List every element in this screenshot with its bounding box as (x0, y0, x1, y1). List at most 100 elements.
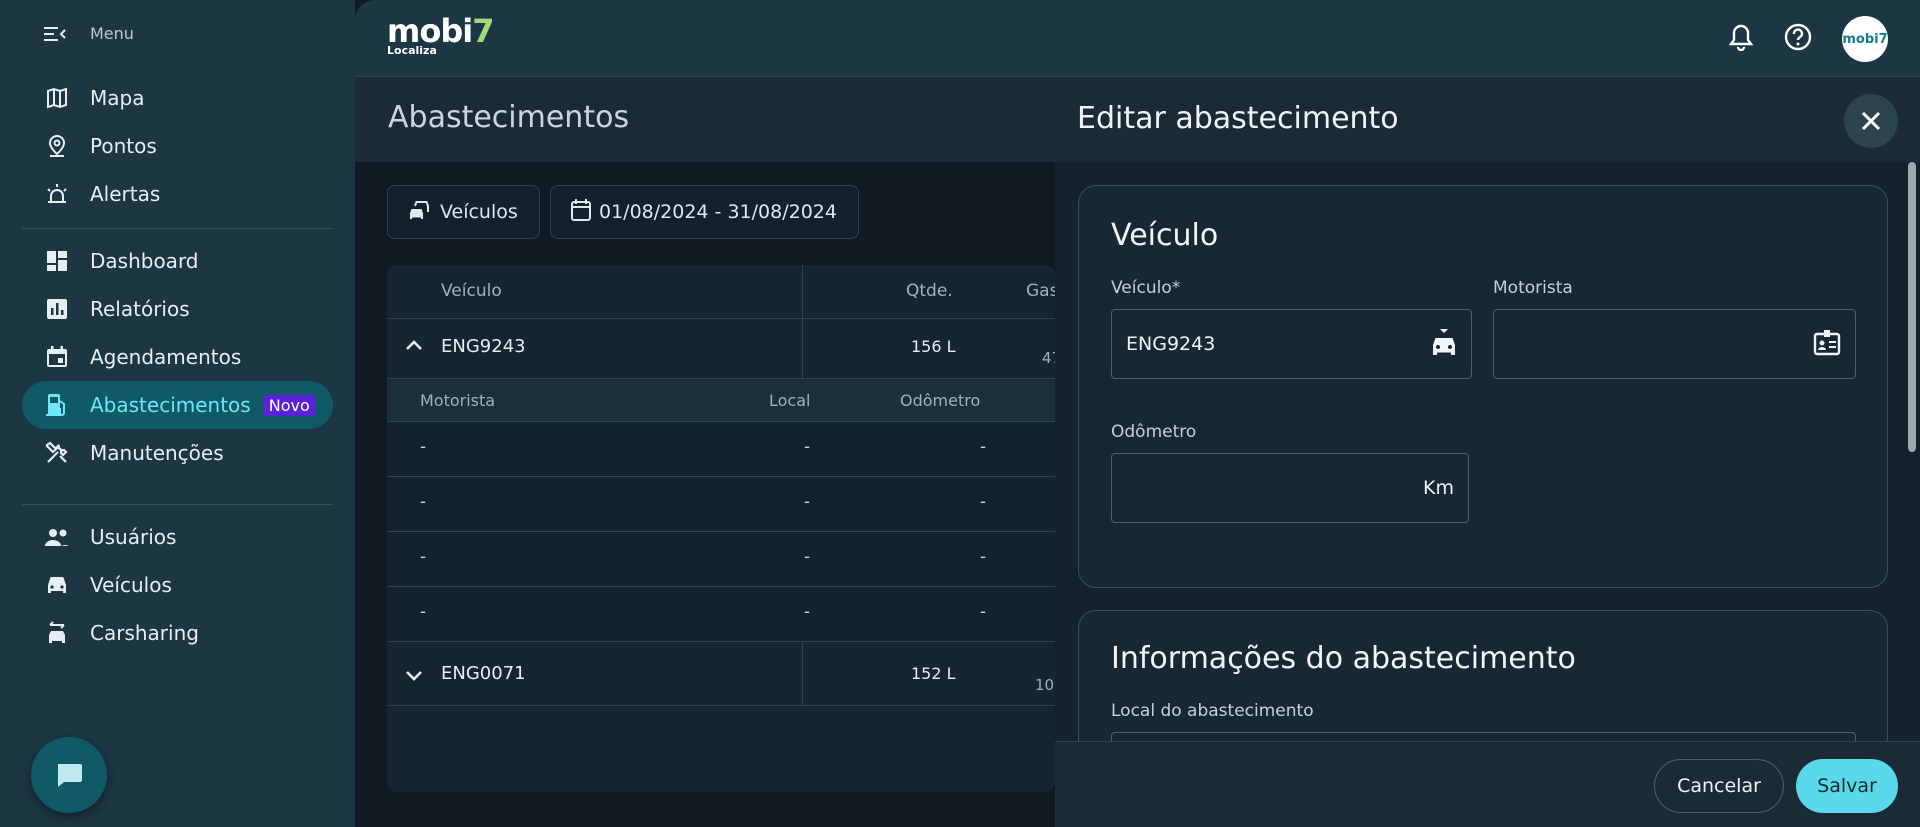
avatar-text: mobi7 (1842, 31, 1888, 47)
sidebar-item-label: Abastecimentos (90, 393, 251, 417)
odometer-field[interactable]: Km (1111, 453, 1469, 523)
section-title: Veículo (1111, 218, 1219, 253)
row-vehicle: ENG9243 (441, 336, 526, 357)
section-title: Informações do abastecimento (1111, 641, 1576, 676)
sidebar-item-relatorios[interactable]: Relatórios (22, 285, 333, 333)
nav-group-admin: Usuários Veículos Carsharing (22, 513, 333, 657)
odometer-unit: Km (1423, 477, 1454, 499)
save-button[interactable]: Salvar (1796, 759, 1898, 813)
topbar: mobi7 Localiza mobi7 (355, 0, 1920, 77)
sidebar-item-alertas[interactable]: Alertas (22, 170, 333, 218)
chevron-up-icon[interactable] (405, 335, 423, 356)
detail-odometer: - (980, 547, 987, 567)
calendar-icon (571, 198, 591, 226)
nav-group-management: Dashboard Relatórios Agendamentos Abaste… (22, 237, 333, 477)
page-title: Abastecimentos (388, 100, 630, 135)
vehicle-field[interactable]: ENG9243 (1111, 309, 1472, 379)
sidebar-item-usuarios[interactable]: Usuários (22, 513, 333, 561)
row-extra: 100 (1035, 676, 1055, 694)
vehicles-filter-button[interactable]: Veículos (387, 185, 540, 239)
drawer-footer: Cancelar Salvar (1055, 741, 1920, 827)
sidebar-item-label: Manutenções (90, 441, 224, 465)
siren-icon (44, 181, 70, 207)
sidebar-item-label: Alertas (90, 182, 161, 206)
detail-row: - - - (387, 532, 1055, 587)
nav-group-main: Mapa Pontos Alertas (22, 74, 333, 218)
sidebar-item-manutencoes[interactable]: Manutenções (22, 429, 333, 477)
detail-row: - - - (387, 587, 1055, 642)
sidebar-item-carsharing[interactable]: Carsharing (22, 609, 333, 657)
row-qty: 152 L (911, 664, 956, 683)
detail-row: - - - (387, 477, 1055, 532)
detail-row: - - - (387, 422, 1055, 477)
detail-driver: - (420, 437, 427, 457)
topbar-actions: mobi7 (1728, 16, 1888, 62)
row-qty: 156 L (911, 337, 956, 356)
date-range-filter-button[interactable]: 01/08/2024 - 31/08/2024 (550, 185, 859, 239)
sidebar-divider (22, 504, 333, 505)
notifications-bell-icon[interactable] (1728, 23, 1754, 55)
detail-driver: - (420, 492, 427, 512)
table-header: Veículo Qtde. Gas (387, 265, 1055, 319)
sidebar-item-label: Relatórios (90, 297, 190, 321)
user-avatar[interactable]: mobi7 (1842, 16, 1888, 62)
sidebar-item-pontos[interactable]: Pontos (22, 122, 333, 170)
sidebar-item-label: Pontos (90, 134, 157, 158)
location-pin-icon (44, 133, 70, 159)
calendar-icon (44, 344, 70, 370)
column-header-vehicle[interactable]: Veículo (441, 281, 502, 301)
table-row[interactable]: ENG0071 152 L 100 (387, 642, 1055, 706)
close-button[interactable] (1844, 94, 1898, 148)
detail-header: Motorista Local Odômetro (387, 380, 1055, 422)
chevron-down-icon[interactable] (405, 666, 423, 687)
sidebar-divider (22, 228, 333, 229)
menu-toggle[interactable]: Menu (44, 24, 134, 43)
sidebar-item-veiculos[interactable]: Veículos (22, 561, 333, 609)
fuel-table: Veículo Qtde. Gas ENG9243 156 L 47 Motor… (387, 265, 1055, 792)
driver-field[interactable] (1493, 309, 1856, 379)
id-badge-icon (1813, 328, 1841, 361)
sidebar-item-label: Agendamentos (90, 345, 242, 369)
report-icon (44, 296, 70, 322)
drawer-header: Editar abastecimento (1055, 77, 1920, 162)
sidebar-item-dashboard[interactable]: Dashboard (22, 237, 333, 285)
detail-driver: - (420, 547, 427, 567)
car-icon (44, 572, 70, 598)
vehicle-section: Veículo Veículo* ENG9243 Motorista Odôme… (1078, 185, 1888, 588)
sidebar-item-mapa[interactable]: Mapa (22, 74, 333, 122)
column-header-qty[interactable]: Qtde. (906, 281, 953, 301)
drawer-title: Editar abastecimento (1077, 101, 1399, 136)
menu-label: Menu (90, 24, 134, 43)
help-icon[interactable] (1784, 23, 1812, 55)
edit-fuel-drawer: Editar abastecimento Veículo Veículo* EN… (1055, 77, 1920, 827)
carsharing-icon (44, 620, 70, 646)
row-vehicle: ENG0071 (441, 663, 526, 684)
sidebar-item-label: Usuários (90, 525, 177, 549)
detail-odometer: - (980, 437, 987, 457)
detail-local: - (804, 602, 811, 622)
mobi7-logo[interactable]: mobi7 Localiza (387, 12, 494, 57)
vehicle-field-label: Veículo* (1111, 278, 1181, 298)
sidebar: Menu Mapa Pontos Alertas Dashboard Relat… (0, 0, 355, 827)
cancel-button[interactable]: Cancelar (1654, 759, 1784, 813)
taxi-icon (1431, 327, 1457, 362)
odometer-field-label: Odômetro (1111, 422, 1197, 442)
driver-field-label: Motorista (1493, 278, 1573, 298)
detail-odometer: - (980, 492, 987, 512)
chat-icon (58, 764, 82, 787)
sidebar-item-label: Veículos (90, 573, 172, 597)
tools-icon (44, 440, 70, 466)
map-icon (44, 85, 70, 111)
chat-button[interactable] (31, 737, 107, 813)
detail-local: - (804, 437, 811, 457)
local-field-label: Local do abastecimento (1111, 701, 1314, 721)
sidebar-item-label: Mapa (90, 86, 145, 110)
dashboard-icon (44, 248, 70, 274)
column-header-gas[interactable]: Gas (1026, 281, 1055, 301)
sidebar-item-abastecimentos[interactable]: Abastecimentos Novo (22, 381, 333, 429)
detail-local: - (804, 547, 811, 567)
drawer-scrollbar[interactable] (1908, 162, 1916, 452)
table-row[interactable]: ENG9243 156 L 47 (387, 319, 1055, 379)
sidebar-item-agendamentos[interactable]: Agendamentos (22, 333, 333, 381)
detail-header-driver: Motorista (420, 391, 496, 410)
